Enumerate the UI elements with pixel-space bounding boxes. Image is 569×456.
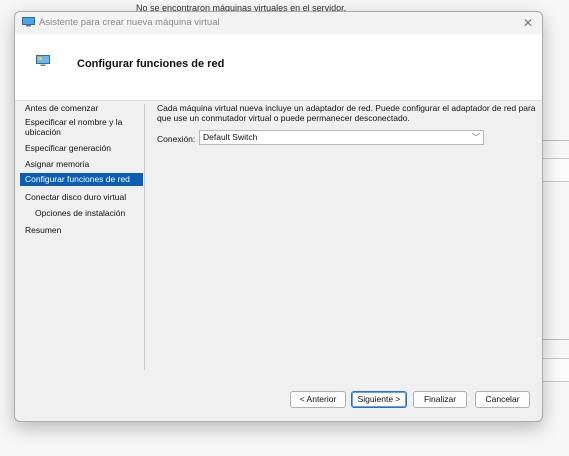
wizard-dialog: Asistente para crear nueva máquina virtu… xyxy=(14,11,543,422)
wizard-header: Configurar funciones de red xyxy=(15,34,542,101)
vm-monitor-icon xyxy=(22,17,35,27)
background-divider xyxy=(540,140,569,141)
close-button[interactable]: ✕ xyxy=(518,14,538,32)
previous-button[interactable]: < Anterior xyxy=(290,391,346,408)
close-icon: ✕ xyxy=(522,16,534,30)
network-vm-icon xyxy=(36,55,50,66)
sidebar-item-installation-options[interactable]: Opciones de instalación xyxy=(20,208,143,218)
next-button[interactable]: Siguiente > xyxy=(351,391,407,408)
chevron-down-icon: ﹀ xyxy=(472,133,480,142)
background-panel-edge xyxy=(540,358,569,382)
sidebar-item-virtual-disk[interactable]: Conectar disco duro virtual xyxy=(20,192,143,202)
background-divider xyxy=(540,339,569,340)
sidebar-divider xyxy=(144,104,145,370)
sidebar-item-summary[interactable]: Resumen xyxy=(20,225,143,235)
sidebar-item-before-you-begin[interactable]: Antes de comenzar xyxy=(20,103,143,113)
background-panel-edge xyxy=(540,158,569,182)
cancel-button[interactable]: Cancelar xyxy=(475,391,530,408)
sidebar-item-generation[interactable]: Especificar generación xyxy=(20,143,143,153)
finish-button[interactable]: Finalizar xyxy=(413,391,467,408)
connection-dropdown[interactable]: Default Switch ﹀ xyxy=(199,130,484,145)
window-title: Asistente para crear nueva máquina virtu… xyxy=(39,17,220,28)
networking-description: Cada máquina virtual nueva incluye un ad… xyxy=(157,103,536,123)
page-title: Configurar funciones de red xyxy=(77,58,225,70)
title-bar[interactable]: Asistente para crear nueva máquina virtu… xyxy=(15,12,542,34)
sidebar-item-name-location[interactable]: Especificar el nombre y la ubicación xyxy=(20,117,130,137)
connection-label: Conexión: xyxy=(157,134,196,144)
sidebar-item-networking[interactable]: Configurar funciones de red xyxy=(20,173,143,186)
connection-selected-value: Default Switch xyxy=(203,132,258,142)
sidebar-item-memory[interactable]: Asignar memoria xyxy=(20,159,143,169)
